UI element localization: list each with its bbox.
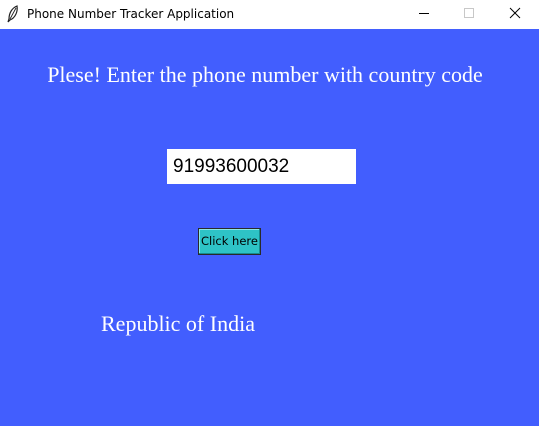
- minimize-button[interactable]: [401, 0, 447, 29]
- phone-number-input[interactable]: [167, 149, 356, 184]
- maximize-icon: [463, 6, 475, 24]
- close-button[interactable]: [492, 0, 538, 29]
- close-icon: [509, 6, 521, 24]
- result-label: Republic of India: [101, 311, 255, 336]
- instruction-label: Plese! Enter the phone number with count…: [47, 62, 483, 87]
- minimize-icon: [418, 6, 430, 24]
- title-bar[interactable]: Phone Number Tracker Application: [0, 0, 539, 29]
- window-title: Phone Number Tracker Application: [27, 7, 235, 21]
- feather-icon: [6, 5, 20, 23]
- click-here-button[interactable]: Click here: [198, 228, 261, 255]
- main-area: Plese! Enter the phone number with count…: [0, 29, 539, 426]
- maximize-button[interactable]: [446, 0, 492, 29]
- app-window: Phone Number Tracker Application Plese! …: [0, 0, 539, 426]
